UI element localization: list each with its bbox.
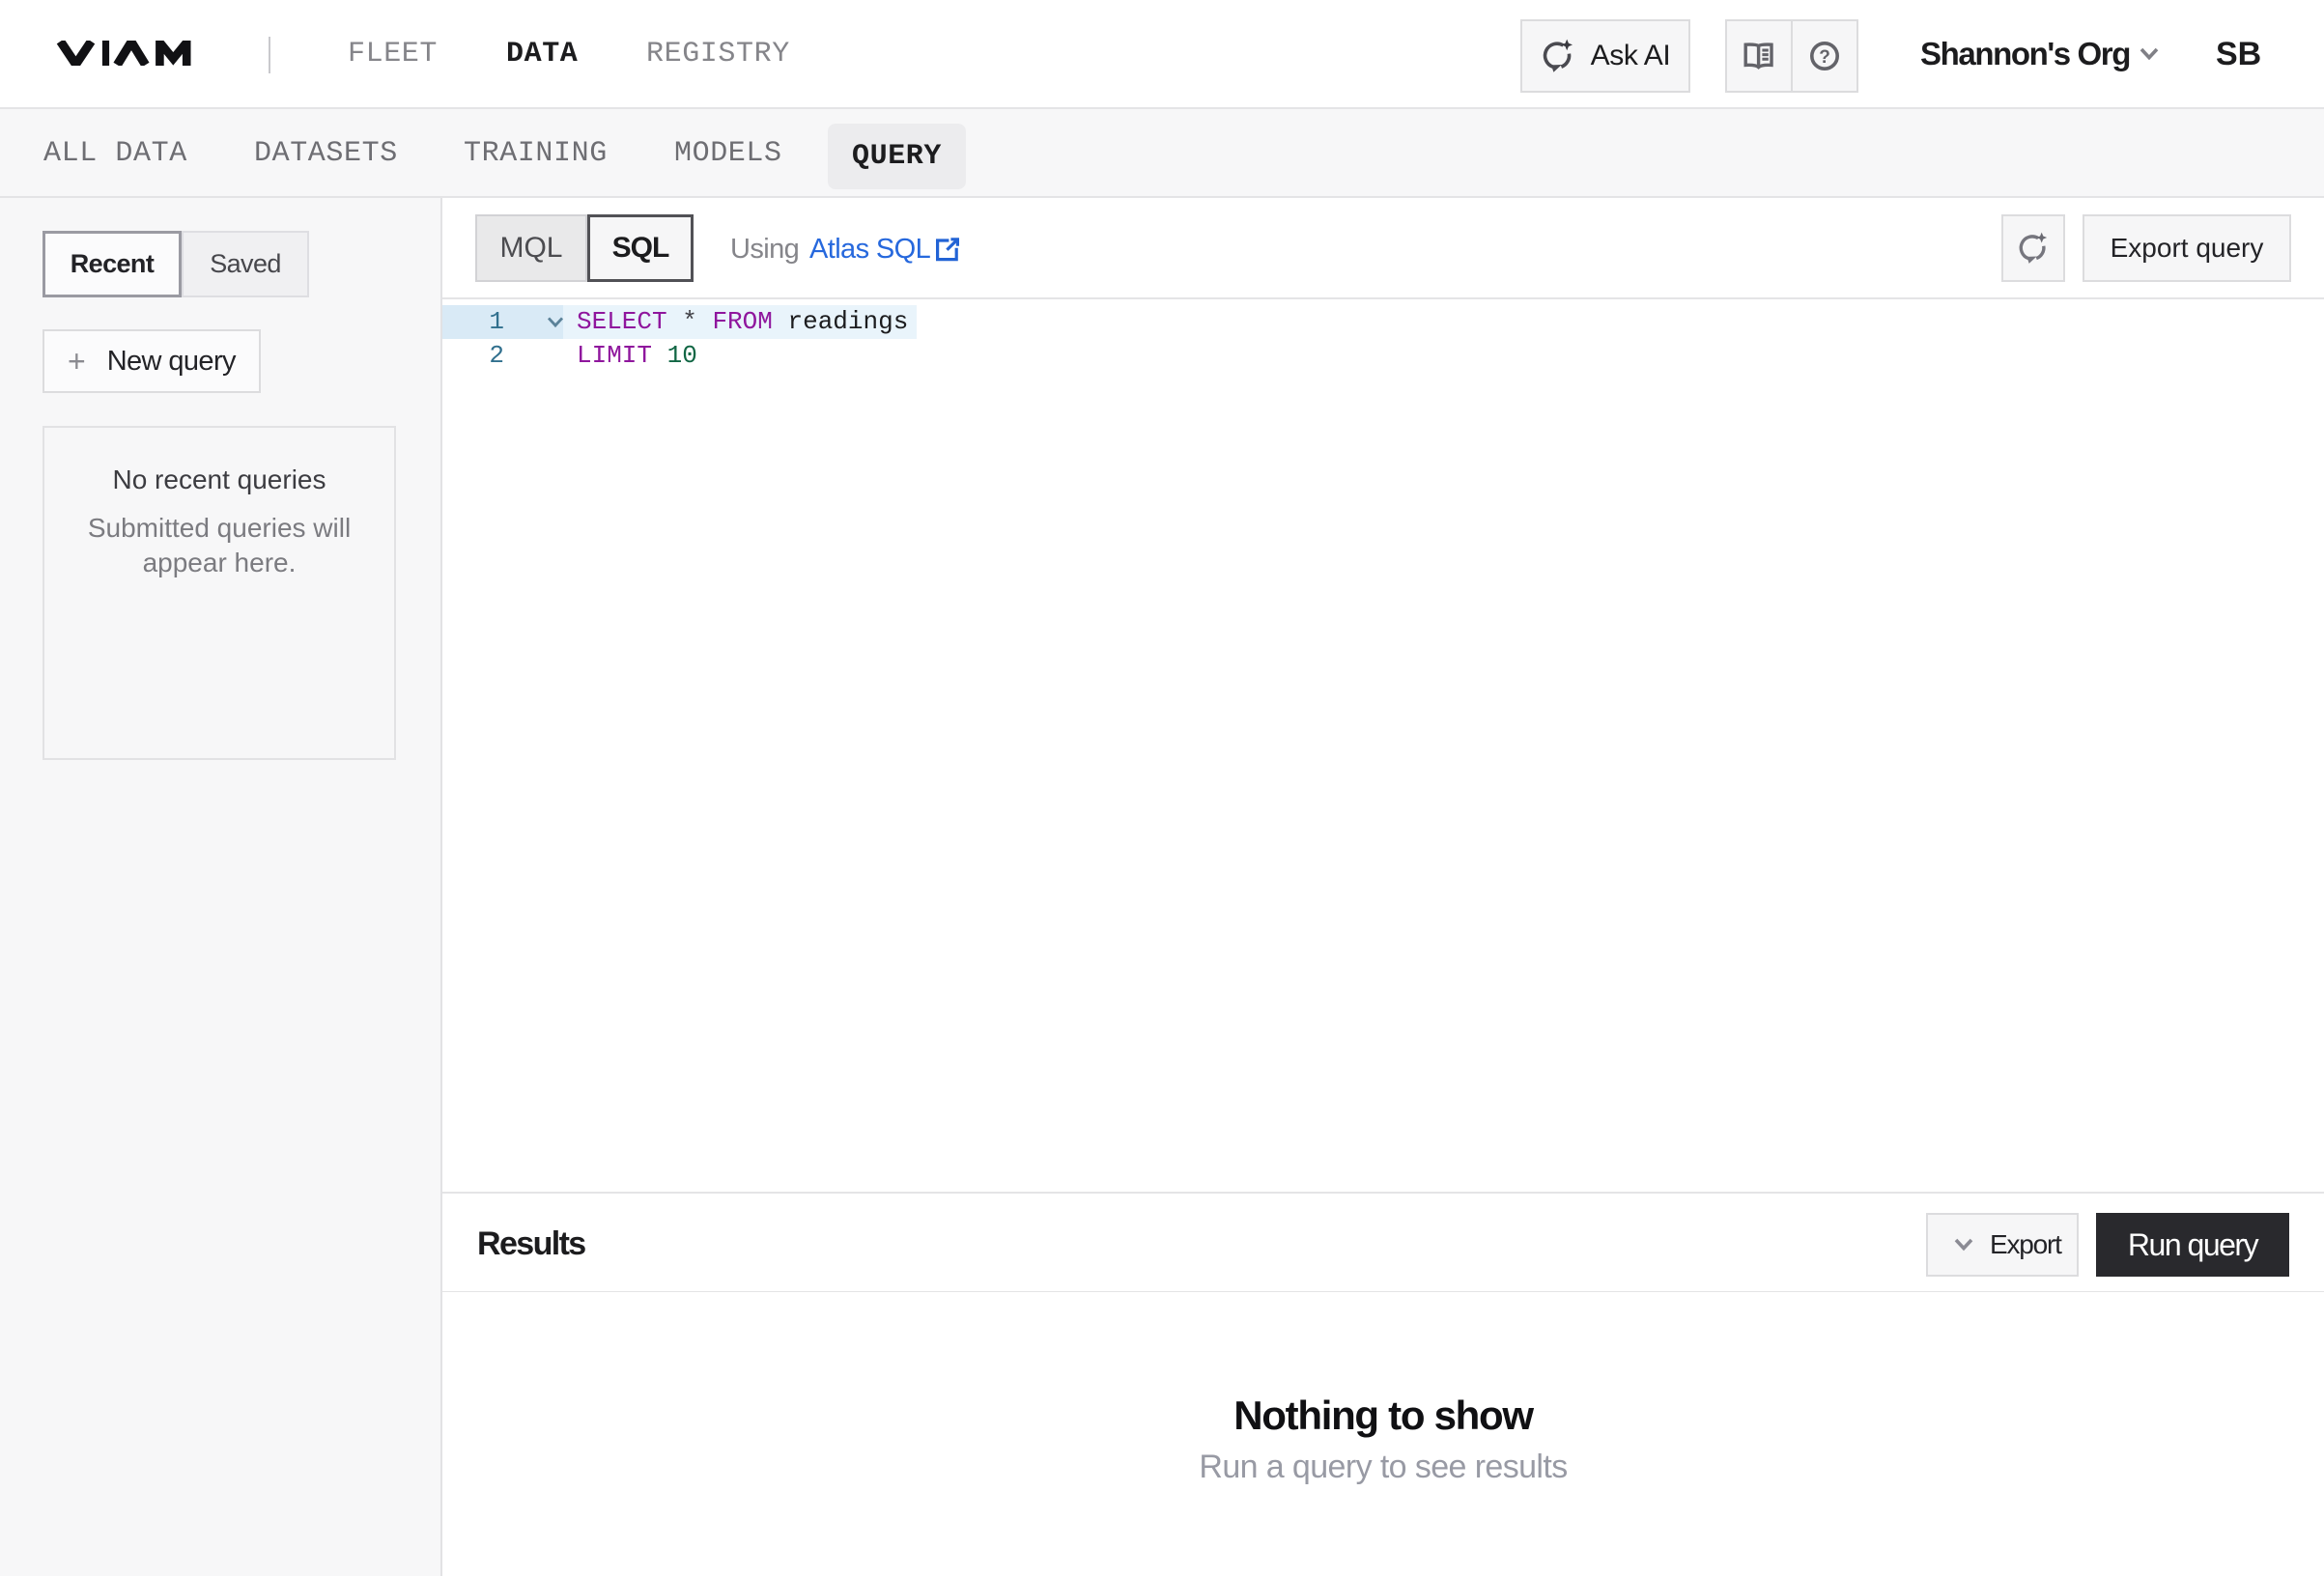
svg-text:?: ? bbox=[1819, 47, 1830, 68]
